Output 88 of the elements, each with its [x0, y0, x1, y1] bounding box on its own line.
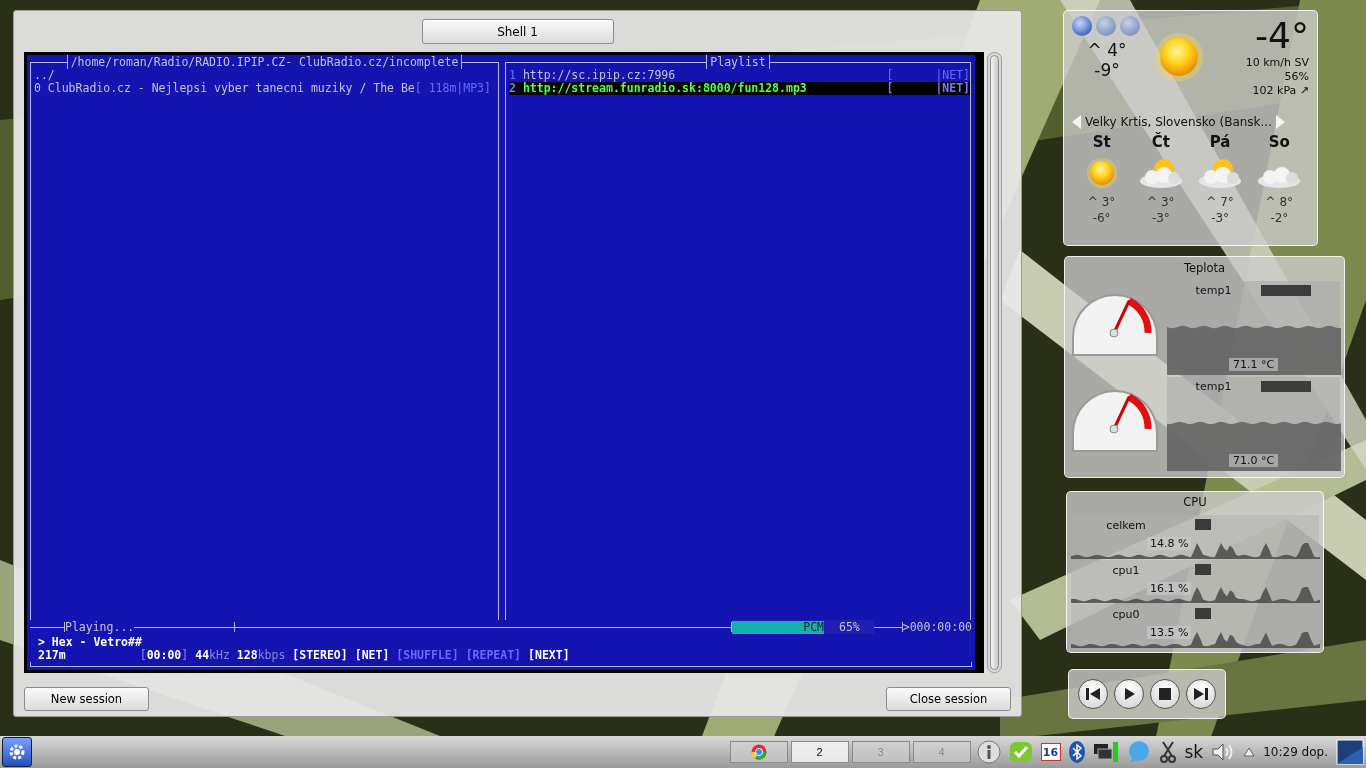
- forecast-low: -2°: [1270, 211, 1289, 225]
- sensor-name: temp1: [1195, 380, 1232, 393]
- stop-icon: [1159, 688, 1171, 700]
- flag-label: [SHUFFLE]: [396, 649, 459, 662]
- now-playing: > Hex - Vetro##: [37, 634, 142, 649]
- file-entry[interactable]: 0 ClubRadio.cz - Nejlepsi vyber tanecni muziky / The Be[ 118m|MP3]: [34, 82, 498, 95]
- cpu-reading: 16.1 %: [1147, 581, 1192, 595]
- check-icon[interactable]: [1008, 740, 1033, 764]
- forecast-high: ^ 8°: [1265, 195, 1294, 209]
- widget-title: CPU: [1182, 495, 1208, 511]
- status-text: Playing...: [65, 620, 135, 634]
- status-value: 217m: [38, 649, 66, 662]
- flag-label: [NEXT]: [528, 649, 570, 662]
- show-desktop-icon[interactable]: [1336, 739, 1364, 765]
- previous-icon: [1085, 687, 1101, 701]
- status-value: 44kHz: [195, 649, 230, 662]
- temperature-reading: 71.1 °C: [1228, 358, 1279, 371]
- time-display: >000:00:00: [902, 620, 972, 634]
- play-icon: [1122, 687, 1136, 701]
- file-entry[interactable]: ../: [34, 69, 498, 82]
- widget-title: Teplota: [1182, 261, 1227, 277]
- sun-icon: [1152, 30, 1206, 84]
- info-icon[interactable]: [976, 740, 1001, 764]
- new-session-button[interactable]: New session: [24, 687, 149, 711]
- meter-bar: [1195, 608, 1211, 620]
- cpu-name: celkem: [1105, 519, 1147, 532]
- location-name: Velky Krtis, Slovensko (Bansk...: [1085, 115, 1272, 129]
- current-temperature: -4°: [1255, 16, 1309, 56]
- scrollbar[interactable]: [987, 52, 1002, 673]
- pane-title: Playlist: [706, 55, 770, 69]
- sensor-name: temp1: [1195, 284, 1232, 297]
- up-arrow-icon[interactable]: [1243, 747, 1256, 757]
- desktop-button[interactable]: [729, 741, 788, 763]
- forecast-day: Čt: [1151, 133, 1170, 151]
- next-button[interactable]: [1186, 679, 1216, 709]
- low-temperature: -9°: [1094, 60, 1120, 80]
- cpu-reading: 14.8 %: [1147, 537, 1192, 550]
- cpu-name: cpu0: [1111, 608, 1141, 622]
- sun-icon: [1084, 156, 1119, 190]
- meter-bar: [1261, 381, 1312, 392]
- gear-icon: [7, 742, 27, 762]
- pane-title: /home/roman/Radio/RADIO.IPIP.CZ- ClubRadio.cz/incomplete: [66, 55, 463, 69]
- close-session-button[interactable]: Close session: [886, 687, 1011, 711]
- forecast-low: -3°: [1211, 211, 1230, 225]
- temperature-reading: 71.0 °C: [1228, 454, 1279, 467]
- forecast-high: ^ 3°: [1087, 195, 1116, 209]
- browser-icon: [750, 744, 767, 760]
- meter-bar: [1195, 563, 1211, 575]
- flag-label: [NET]: [354, 649, 390, 662]
- scissors-icon[interactable]: [1158, 740, 1177, 764]
- globe-icon[interactable]: [1072, 16, 1092, 36]
- status-value: 128kbps: [236, 649, 286, 662]
- playlist-item[interactable]: 1 http://sc.ipip.cz:7996 [ |NET]: [509, 69, 970, 82]
- cpu-reading: 13.5 %: [1147, 626, 1192, 640]
- cpu-name: cpu1: [1111, 563, 1141, 577]
- forecast-day: Pá: [1209, 133, 1231, 151]
- bluetooth-icon[interactable]: [1068, 740, 1085, 764]
- forecast-high: ^ 7°: [1206, 195, 1234, 209]
- tab[interactable]: Shell 1: [421, 19, 614, 44]
- volume-bar[interactable]: PCM: [731, 620, 825, 634]
- clock[interactable]: 10:29 dop.: [1263, 745, 1328, 759]
- stop-button[interactable]: [1150, 679, 1180, 709]
- sun-cloud-icon: [1197, 156, 1244, 190]
- keyboard-layout[interactable]: sk: [1184, 742, 1204, 762]
- previous-button[interactable]: [1078, 679, 1108, 709]
- desktop-button[interactable]: 2: [790, 741, 849, 763]
- start-menu-button[interactable]: [2, 737, 32, 767]
- next-icon: [1193, 687, 1209, 701]
- forecast-low: -3°: [1151, 211, 1170, 225]
- forecast-day: So: [1268, 133, 1290, 151]
- high-temperature: ^ 4°: [1087, 40, 1127, 60]
- forecast-high: ^ 3°: [1147, 195, 1175, 209]
- meter-bar: [1261, 285, 1312, 296]
- playlist-item[interactable]: 2 http://stream.funradio.sk:8000/fun128.mp3 [ |NET]: [509, 82, 970, 95]
- flag-label: [STEREO]: [292, 649, 348, 662]
- wind: 10 km/h SV: [1245, 56, 1309, 70]
- forecast-day: St: [1092, 133, 1111, 151]
- volume-reading: 65%: [838, 620, 860, 634]
- meter-bar: [1195, 519, 1211, 530]
- play-button[interactable]: [1114, 679, 1144, 709]
- sun-cloud-icon: [1137, 156, 1184, 190]
- pressure: 102 kPa ↗: [1252, 84, 1309, 98]
- flag-label: [REPEAT]: [465, 649, 522, 662]
- network-icon[interactable]: [1092, 740, 1119, 764]
- calendar-day[interactable]: 16: [1040, 743, 1061, 761]
- status-value: [00:00]: [139, 649, 189, 662]
- forecast-low: -6°: [1092, 211, 1111, 225]
- humidity: 56%: [1284, 70, 1309, 84]
